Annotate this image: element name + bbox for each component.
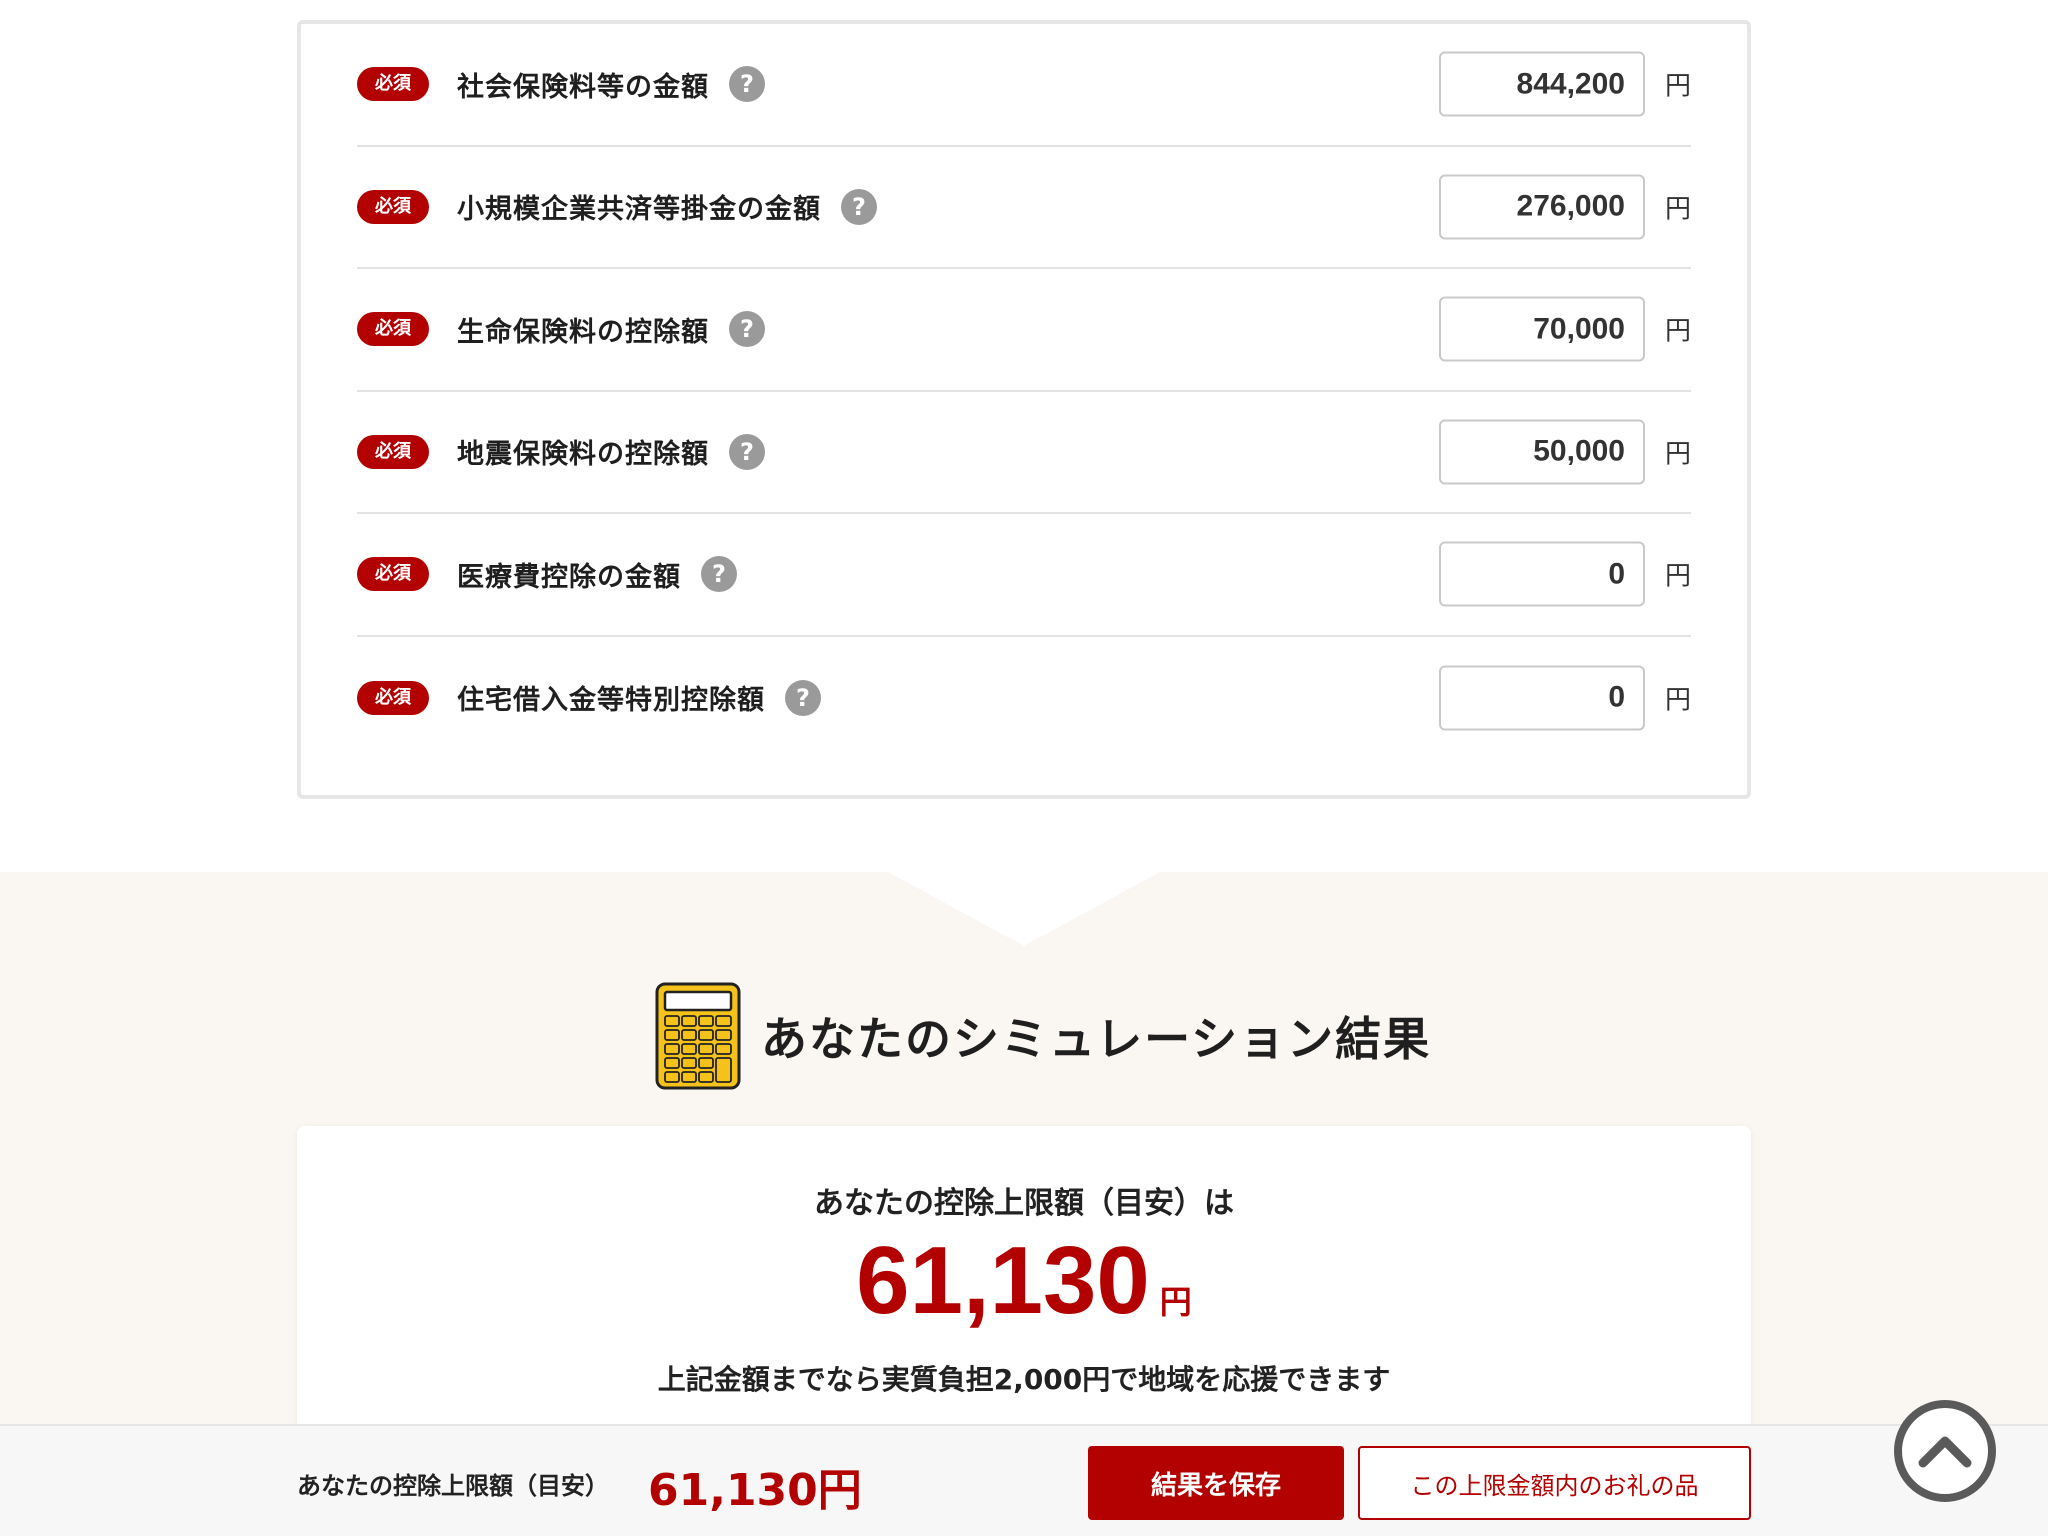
life-insurance-input[interactable] — [1439, 296, 1645, 362]
yen-unit: 円 — [1664, 685, 1691, 716]
yen-unit: 円 — [1664, 194, 1691, 225]
help-icon[interactable]: ? — [785, 679, 821, 716]
deduction-limit-amount: 61,130 — [856, 1227, 1150, 1334]
yen-unit: 円 — [1664, 71, 1691, 102]
required-badge: 必須 — [357, 189, 429, 224]
required-badge: 必須 — [357, 67, 429, 102]
result-note: 上記金額までなら実質負担2,000円で地域を応援できます — [657, 1363, 1391, 1396]
row-label: 住宅借入金等特別控除額 — [457, 685, 765, 717]
footer-limit-amount: 61,130円 — [648, 1465, 862, 1516]
form-row-small-business-mutual-aid: 必須 小規模企業共済等掛金の金額 ? 円 — [357, 147, 1691, 269]
result-heading: あなたのシミュレーション結果 — [655, 982, 1431, 1090]
save-result-button[interactable]: 結果を保存 — [1088, 1446, 1344, 1520]
yen-unit: 円 — [1664, 561, 1691, 592]
chevron-up-icon — [1918, 1436, 1972, 1468]
amount-unit: 円 — [1159, 1283, 1192, 1321]
help-icon[interactable]: ? — [701, 556, 737, 593]
help-icon[interactable]: ? — [729, 433, 765, 470]
form-row-medical-expenses: 必須 医療費控除の金額 ? 円 — [357, 514, 1691, 637]
required-badge: 必須 — [357, 557, 429, 592]
help-icon[interactable]: ? — [729, 311, 765, 348]
deduction-form-card: 必須 社会保険料等の金額 ? 円 必須 小規模企業共済等掛金の金額 ? 円 必須… — [297, 20, 1751, 799]
medical-expenses-input[interactable] — [1439, 541, 1645, 607]
help-icon[interactable]: ? — [841, 188, 877, 225]
row-label: 社会保険料等の金額 — [457, 71, 709, 103]
result-title: あなたのシミュレーション結果 — [761, 1012, 1432, 1066]
form-row-life-insurance: 必須 生命保険料の控除額 ? 円 — [357, 269, 1691, 392]
calculator-icon — [655, 982, 741, 1090]
yen-unit: 円 — [1664, 439, 1691, 470]
small-business-mutual-aid-input[interactable] — [1439, 174, 1645, 240]
row-label: 小規模企業共済等掛金の金額 — [457, 194, 821, 226]
form-row-social-insurance: 必須 社会保険料等の金額 ? 円 — [357, 24, 1691, 147]
social-insurance-input[interactable] — [1439, 51, 1645, 117]
result-amount-display: 61,130 円 — [297, 1226, 1751, 1336]
housing-loan-input[interactable] — [1439, 665, 1645, 731]
yen-unit: 円 — [1664, 316, 1691, 347]
form-row-housing-loan: 必須 住宅借入金等特別控除額 ? 円 — [357, 637, 1691, 760]
row-label: 医療費控除の金額 — [457, 561, 681, 593]
earthquake-insurance-input[interactable] — [1439, 419, 1645, 485]
footer-limit-label: あなたの控除上限額（目安） — [297, 1472, 609, 1500]
gifts-within-limit-button[interactable]: この上限金額内のお礼の品 — [1358, 1446, 1751, 1520]
form-row-earthquake-insurance: 必須 地震保険料の控除額 ? 円 — [357, 392, 1691, 514]
required-badge: 必須 — [357, 680, 429, 715]
row-label: 生命保険料の控除額 — [457, 316, 709, 348]
result-lead-text: あなたの控除上限額（目安）は — [814, 1186, 1234, 1221]
help-icon[interactable]: ? — [729, 66, 765, 103]
back-to-top-button[interactable] — [1894, 1400, 1996, 1502]
required-badge: 必須 — [357, 434, 429, 469]
row-label: 地震保険料の控除額 — [457, 439, 709, 471]
sticky-result-bar: あなたの控除上限額（目安） 61,130円 結果を保存 この上限金額内のお礼の品 — [0, 1424, 2048, 1536]
section-arrow — [888, 872, 1160, 946]
required-badge: 必須 — [357, 312, 429, 347]
